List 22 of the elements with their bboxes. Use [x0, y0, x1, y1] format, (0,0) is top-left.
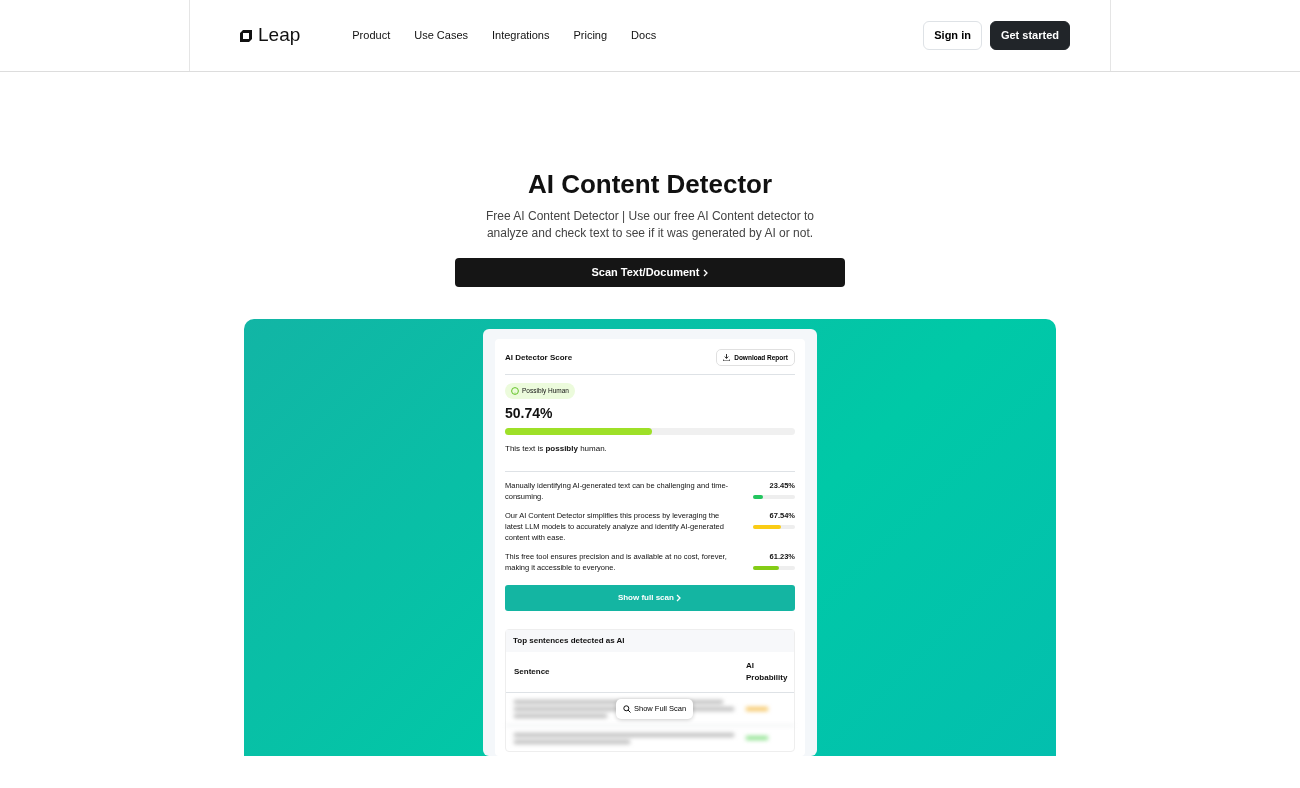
nav-link[interactable]: Use Cases — [414, 27, 468, 44]
chevron-icon — [676, 594, 683, 603]
nav-link[interactable]: Pricing — [573, 27, 608, 44]
logo-text[interactable]: Leap — [258, 21, 301, 50]
chevron-icon — [702, 269, 709, 278]
get-started-button[interactable]: Get started — [989, 21, 1070, 50]
table-title: Top sentences detected as AI — [506, 630, 794, 653]
page-subtitle: Free AI Content Detector | Use our free AI Content detector to analyze and check text to see if it was generated by AI or not. — [485, 208, 815, 243]
score-value: 50.74% — [505, 404, 554, 424]
scan-document-button[interactable]: Scan Text/Document — [455, 258, 845, 287]
nav-link[interactable]: Docs — [631, 27, 657, 44]
sign-in-button[interactable]: Sign in — [923, 21, 982, 50]
nav-link[interactable]: Product — [352, 27, 391, 44]
column-header: Sentence — [514, 666, 551, 679]
column-header: AI Probability — [746, 660, 786, 685]
download-icon — [723, 354, 731, 362]
search-icon — [623, 704, 631, 713]
verdict-text: This text is possibly human. — [505, 443, 608, 456]
page-title: AI Content Detector — [526, 169, 774, 201]
logo-icon — [238, 27, 254, 44]
card-title: AI Detector Score — [505, 351, 573, 364]
nav-link[interactable]: Integrations — [492, 27, 550, 44]
